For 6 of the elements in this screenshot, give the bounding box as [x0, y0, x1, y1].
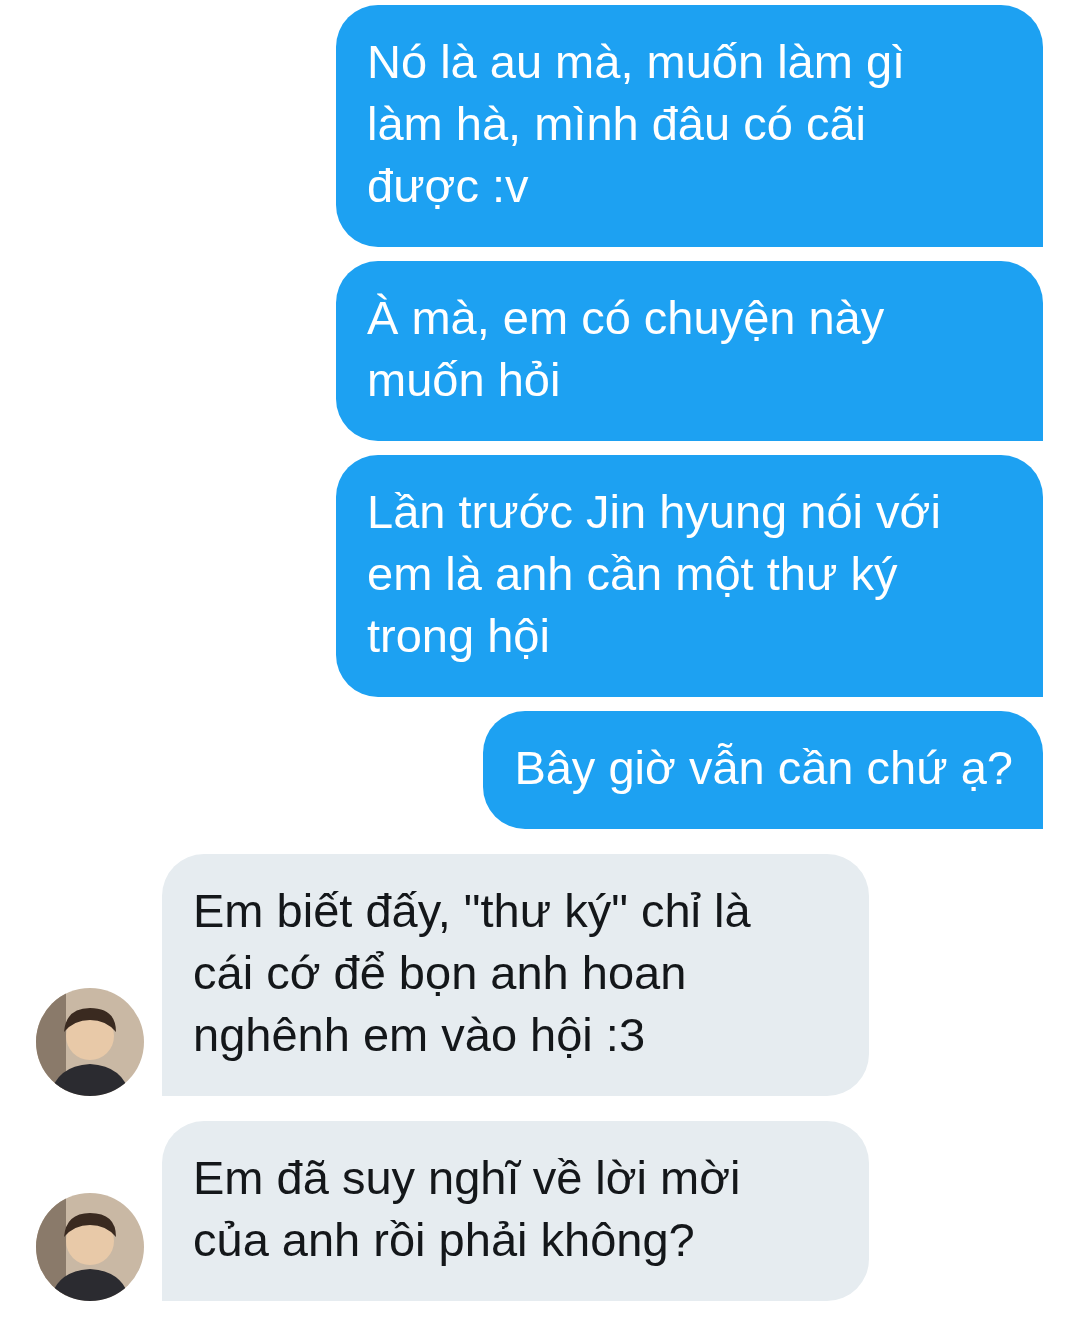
message-bubble: Em đã suy nghĩ về lời mời của anh rồi phải không? [162, 1121, 869, 1301]
message-bubble: Em biết đấy, "thư ký" chỉ là cái cớ để bọn anh hoan nghênh em vào hội :3 [162, 854, 869, 1096]
message-bubble: Bây giờ vẫn cần chứ ạ? [483, 711, 1043, 829]
message-bubble: Nó là au mà, muốn làm gì làm hà, mình đâu có cãi được :v [336, 5, 1043, 247]
message-bubble: À mà, em có chuyện này muốn hỏi [336, 261, 1043, 441]
message-bubble: Lần trước Jin hyung nói với em là anh cần một thư ký trong hội [336, 455, 1043, 697]
